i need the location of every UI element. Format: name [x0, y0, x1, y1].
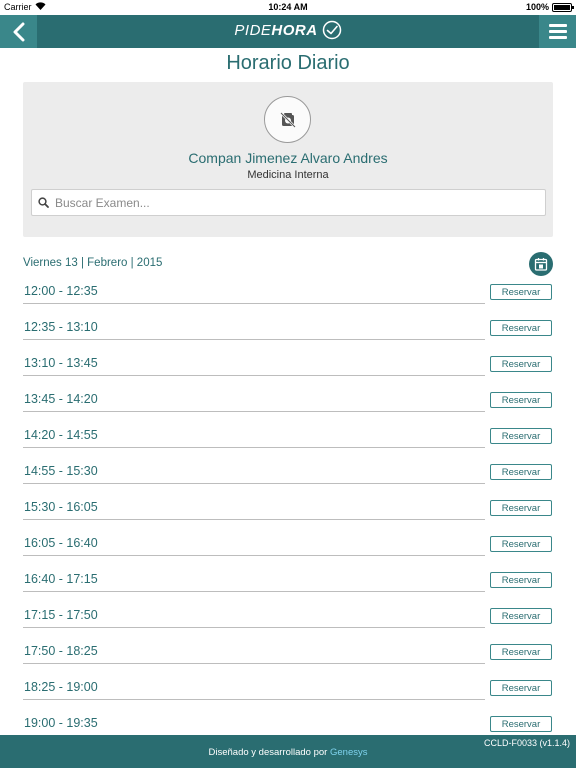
hamburger-icon [548, 21, 567, 42]
time-slot-row: 16:05 - 16:40 Reservar [23, 528, 553, 564]
reserve-button[interactable]: Reservar [490, 608, 552, 624]
time-slot-label: 17:50 - 18:25 [24, 644, 98, 658]
time-slot-row: 14:55 - 15:30 Reservar [23, 456, 553, 492]
time-slot-label: 13:45 - 14:20 [24, 392, 98, 406]
time-slot-row: 15:30 - 16:05 Reservar [23, 492, 553, 528]
time-slot-row: 13:10 - 13:45 Reservar [23, 348, 553, 384]
time-slot-row: 16:40 - 17:15 Reservar [23, 564, 553, 600]
slot-divider [23, 447, 485, 448]
reserve-button[interactable]: Reservar [490, 464, 552, 480]
time-slot-label: 12:35 - 13:10 [24, 320, 98, 334]
time-slot-row: 17:15 - 17:50 Reservar [23, 600, 553, 636]
slot-list: 12:00 - 12:35 Reservar 12:35 - 13:10 Reserv… [23, 276, 553, 744]
search-input[interactable] [55, 195, 535, 210]
status-bar: Carrier 10:24 AM 100% [0, 0, 576, 15]
time-slot-row: 12:00 - 12:35 Reservar [23, 276, 553, 312]
app-screen: Carrier 10:24 AM 100% PIDE HORA Horario … [0, 0, 576, 768]
time-slot-label: 17:15 - 17:50 [24, 608, 98, 622]
time-slot-row: 14:20 - 14:55 Reservar [23, 420, 553, 456]
doctor-specialty: Medicina Interna [247, 169, 329, 181]
credit-text: Diseñado y desarrollado por [208, 747, 328, 758]
reserve-button[interactable]: Reservar [490, 572, 552, 588]
reserve-button[interactable]: Reservar [490, 428, 552, 444]
footer: CCLD-F0033 (v1.1.4) Diseñado y desarroll… [0, 735, 576, 768]
reserve-button[interactable]: Reservar [490, 320, 552, 336]
battery-fill [554, 4, 570, 10]
time-slot-row: 18:25 - 19:00 Reservar [23, 672, 553, 708]
menu-button[interactable] [539, 15, 576, 48]
slot-divider [23, 411, 485, 412]
slot-divider [23, 303, 485, 304]
time-slot-row: 12:35 - 13:10 Reservar [23, 312, 553, 348]
search-box[interactable] [31, 189, 546, 216]
reserve-button[interactable]: Reservar [490, 536, 552, 552]
search-icon [38, 197, 49, 208]
reserve-button[interactable]: Reservar [490, 500, 552, 516]
time-slot-label: 15:30 - 16:05 [24, 500, 98, 514]
battery-icon [552, 2, 574, 12]
calendar-button[interactable] [529, 252, 553, 276]
reserve-button[interactable]: Reservar [490, 644, 552, 660]
page-title: Horario Diario [226, 52, 350, 74]
slot-divider [23, 519, 485, 520]
time-slot-label: 12:00 - 12:35 [24, 284, 98, 298]
time-slot-label: 14:55 - 15:30 [24, 464, 98, 478]
credit-brand-link[interactable]: Genesys [330, 747, 368, 758]
reserve-button[interactable]: Reservar [490, 680, 552, 696]
avatar [264, 96, 311, 143]
app-logo: PIDE HORA [0, 20, 576, 40]
no-photo-icon [279, 111, 296, 128]
slot-divider [23, 591, 485, 592]
time-slot-label: 16:40 - 17:15 [24, 572, 98, 586]
logo-text-pide: PIDE [234, 21, 272, 39]
reserve-button[interactable]: Reservar [490, 392, 552, 408]
slot-divider [23, 339, 485, 340]
time-slot-label: 18:25 - 19:00 [24, 680, 98, 694]
time-slot-row: 13:45 - 14:20 Reservar [23, 384, 553, 420]
reserve-button[interactable]: Reservar [490, 716, 552, 732]
slot-divider [23, 375, 485, 376]
logo-text-hora: HORA [271, 21, 318, 39]
status-right: 100% [525, 2, 574, 12]
slot-divider [23, 627, 485, 628]
nav-bar: PIDE HORA [0, 15, 576, 48]
battery-percent: 100% [525, 2, 549, 12]
slot-divider [23, 663, 485, 664]
slot-divider [23, 699, 485, 700]
time-slot-label: 16:05 - 16:40 [24, 536, 98, 550]
time-slot-label: 13:10 - 13:45 [24, 356, 98, 370]
reserve-button[interactable]: Reservar [490, 284, 552, 300]
doctor-name: Compan Jimenez Alvaro Andres [188, 150, 388, 166]
time-slot-label: 14:20 - 14:55 [24, 428, 98, 442]
schedule-date: Viernes 13 | Febrero | 2015 [23, 257, 163, 269]
check-circle-icon [322, 20, 341, 40]
credit-line: Diseñado y desarrollado por Genesys [0, 747, 576, 758]
slot-divider [23, 483, 485, 484]
slot-divider [23, 555, 485, 556]
reserve-button[interactable]: Reservar [490, 356, 552, 372]
calendar-icon [534, 258, 548, 271]
time-slot-label: 19:00 - 19:35 [24, 716, 98, 730]
status-time: 10:24 AM [268, 2, 308, 12]
time-slot-row: 17:50 - 18:25 Reservar [23, 636, 553, 672]
doctor-card: Compan Jimenez Alvaro Andres Medicina In… [23, 82, 553, 237]
